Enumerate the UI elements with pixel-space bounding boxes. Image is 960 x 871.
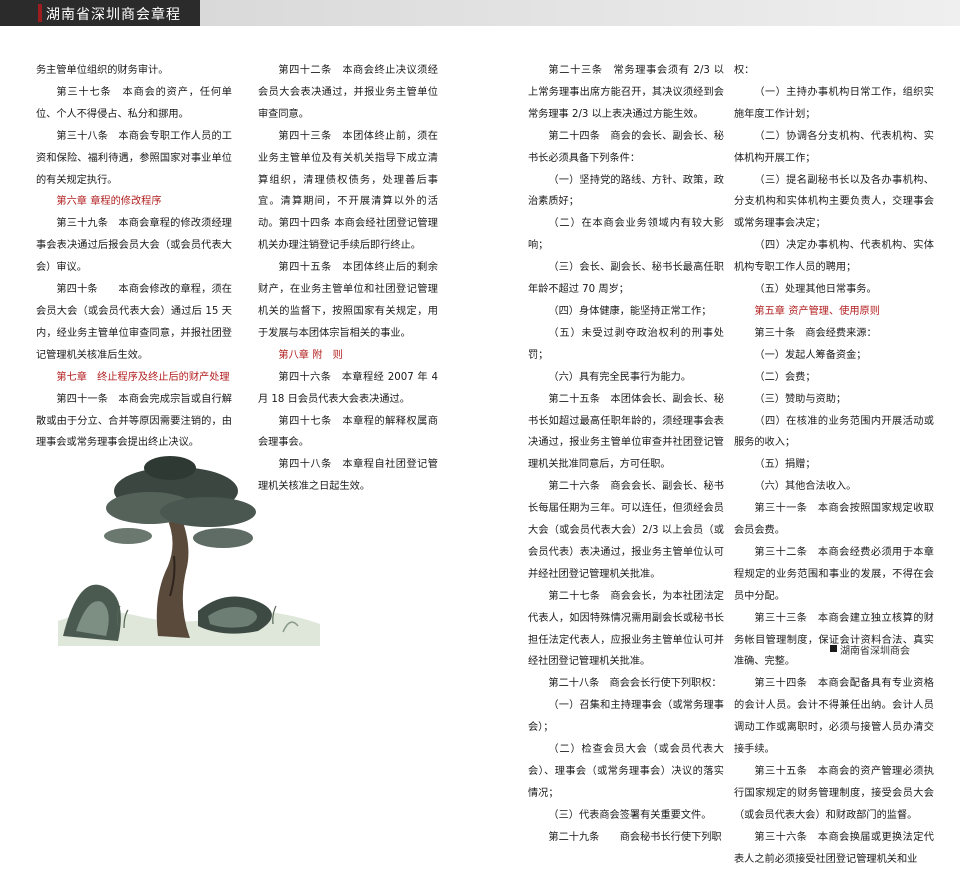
article-paragraph: 第三十条 商会经费来源： — [754, 327, 877, 339]
article-paragraph: 第三十九条 本商会章程的修改须经理事会表决通过后报会员大会（或会员代表大会）审议… — [36, 218, 232, 274]
article-paragraph: 务主管单位组织的财务审计。 — [36, 65, 169, 76]
article-paragraph: 第二十九条 商会秘书长行使下列职 — [548, 831, 722, 843]
article-paragraph: （四）在核准的业务范围内开展活动或服务的收入； — [734, 415, 934, 449]
page-title: 湖南省深圳商会章程 — [46, 7, 181, 23]
article-paragraph: 第三十六条 本商会换届或更换法定代表人之前必须接受社团登记管理机关和业 — [734, 831, 934, 865]
article-paragraph: 第四十六条 本章程经 2007 年 4 月 18 日会员代表大会表决通过。 — [258, 371, 438, 405]
article-paragraph: （二）在本商会业务领域内有较大影响； — [528, 218, 724, 252]
article-paragraph: 第三十一条 本商会按照国家规定收取会员会费。 — [734, 503, 934, 537]
article-paragraph: （二）会费； — [754, 371, 816, 383]
text-column-2: 第四十二条 本商会终止决议须经会员大会表决通过，并报业务主管单位审查同意。第四十… — [258, 60, 438, 498]
chapter-heading: 第八章 附 则 — [278, 349, 343, 361]
article-paragraph: （五）未受过剥夺政治权利的刑事处罚； — [528, 327, 724, 361]
text-column-4: 权： （一）主持办事机构日常工作，组织实施年度工作计划； （二）协调各分支机构、代表… — [734, 60, 934, 871]
article-paragraph: 第三十二条 本商会经费必须用于本章程规定的业务范围和事业的发展，不得在会员中分配… — [734, 546, 934, 602]
ink-painting-illustration — [58, 456, 320, 646]
article-paragraph: （五）捐赠； — [754, 459, 816, 471]
article-paragraph: （三）会长、副会长、秘书长最高任职年龄不超过 70 周岁； — [528, 262, 724, 296]
footer-square-mark — [830, 645, 837, 652]
article-paragraph: （二）检查会员大会（或会员代表大会）、理事会（或常务理事会）决议的落实情况； — [528, 744, 724, 799]
page-header: 湖南省深圳商会章程 — [0, 0, 960, 26]
article-paragraph: 第四十五条 本团体终止后的剩余财产，在业务主管单位和社团登记管理机关的监督下，按… — [258, 262, 438, 339]
article-paragraph: （三）代表商会签署有关重要文件。 — [548, 809, 712, 821]
article-paragraph: 第三十四条 本商会配备具有专业资格的会计人员。会计不得兼任出纳。会计人员调动工作… — [734, 678, 934, 756]
article-paragraph: （一）召集和主持理事会（或常务理事会）； — [528, 700, 724, 734]
article-paragraph: 第二十四条 商会的会长、副会长、秘书长必须具备下列条件： — [528, 130, 724, 164]
article-paragraph: （四）身体健康，能坚持正常工作； — [548, 305, 712, 317]
chapter-heading: 第七章 终止程序及终止后的财产处理 — [56, 371, 230, 383]
article-paragraph: （一）发起人筹备资金； — [754, 349, 867, 361]
article-paragraph: （三）提名副秘书长以及各办事机构、分支机构和实体机构主要负责人，交理事会或常务理… — [734, 174, 934, 230]
article-paragraph: （一）坚持党的路线、方针、政策，政治素质好； — [528, 174, 724, 208]
article-paragraph: （二）协调各分支机构、代表机构、实体机构开展工作； — [734, 130, 934, 164]
article-paragraph: 第三十七条 本商会的资产，任何单位、个人不得侵占、私分和挪用。 — [36, 86, 232, 120]
article-paragraph: 第四十三条 本团体终止前，须在业务主管单位及有关机关指导下成立清算组织，清理债权… — [258, 130, 438, 252]
article-paragraph: （五）处理其他日常事务。 — [754, 284, 877, 296]
article-paragraph: 权： — [734, 65, 755, 76]
article-paragraph: （六）具有完全民事行为能力。 — [548, 371, 692, 383]
article-paragraph: （六）其他合法收入。 — [754, 481, 857, 493]
article-paragraph: 第二十五条 本团体会长、副会长、秘书长如超过最高任职年龄的，须经理事会表决通过，… — [528, 393, 724, 471]
article-paragraph: 第二十三条 常务理事会须有 2/3 以上常务理事出席方能召开，其决议须经到会常务… — [528, 65, 724, 120]
article-paragraph: 第三十五条 本商会的资产管理必须执行国家规定的财务管理制度，接受会员大会（或会员… — [734, 766, 934, 821]
text-column-3: 第二十三条 常务理事会须有 2/3 以上常务理事出席方能召开，其决议须经到会常务… — [528, 60, 724, 849]
article-paragraph: 第二十八条 商会会长行使下列职权： — [548, 678, 722, 690]
text-column-1: 务主管单位组织的财务审计。第三十七条 本商会的资产，任何单位、个人不得侵占、私分… — [36, 60, 232, 454]
chapter-heading: 第六章 章程的修改程序 — [56, 196, 162, 208]
article-paragraph: （一）主持办事机构日常工作，组织实施年度工作计划； — [734, 86, 934, 120]
article-paragraph: （四）决定办事机构、代表机构、实体机构专职工作人员的聘用； — [734, 240, 934, 274]
article-paragraph: （三）赞助与资助； — [754, 393, 847, 405]
article-paragraph: 第二十七条 商会会长，为本社团法定代表人，如因特殊情况需用副会长或秘书长担任法定… — [528, 590, 724, 668]
article-paragraph: 第三十八条 本商会专职工作人员的工资和保险、福利待遇，参照国家对事业单位的有关规… — [36, 130, 232, 186]
article-paragraph: 第四十一条 本商会完成宗旨或自行解散或由于分立、合并等原因需要注销的，由理事会或… — [36, 393, 232, 449]
article-paragraph: 第四十条 本商会修改的章程，须在会员大会（或会员代表大会）通过后 15 天内，经… — [36, 284, 232, 361]
footer-label: 湖南省深圳商会 — [840, 646, 910, 657]
article-paragraph: 第二十六条 商会会长、副会长、秘书长每届任期为三年。可以连任，但须经会员大会（或… — [528, 481, 724, 580]
header-accent-bar — [38, 4, 42, 22]
chapter-heading: 第五章 资产管理、使用原则 — [754, 305, 880, 317]
article-paragraph: 第四十二条 本商会终止决议须经会员大会表决通过，并报业务主管单位审查同意。 — [258, 65, 438, 120]
article-paragraph: 第三十三条 本商会建立独立核算的财务帐目管理制度，保证会计资料合法、真实准确、完… — [734, 612, 934, 668]
